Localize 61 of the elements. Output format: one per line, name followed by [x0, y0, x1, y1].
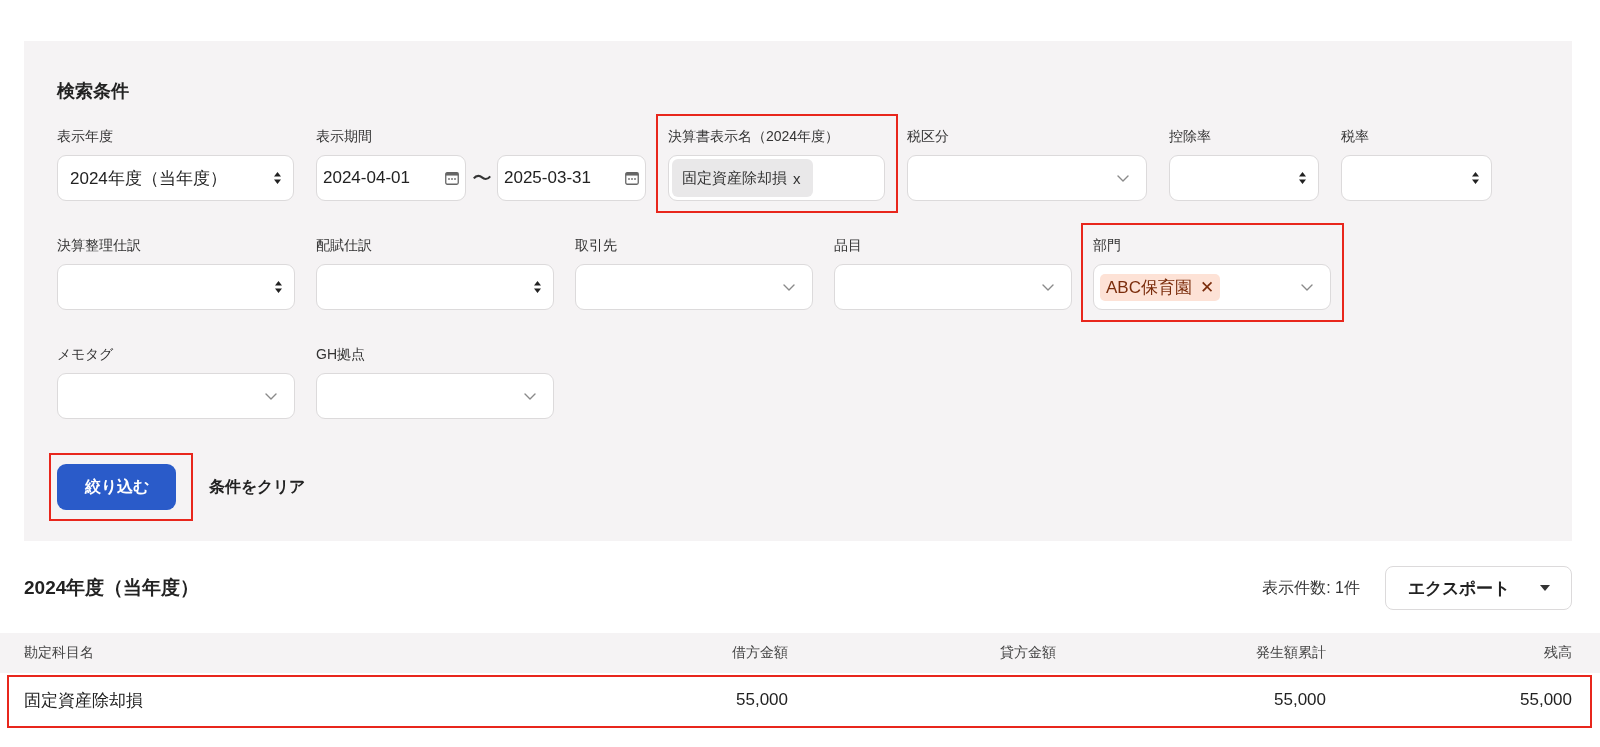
- field-label: 配賦仕訳: [316, 236, 372, 255]
- result-count: 表示件数: 1件: [1262, 577, 1360, 598]
- select-field[interactable]: [316, 264, 554, 310]
- stepper-arrows-icon: [274, 172, 281, 184]
- stepper-arrows-icon: [1472, 172, 1479, 184]
- select-field[interactable]: [57, 264, 295, 310]
- tag-input-field[interactable]: 固定資産除却損 x: [668, 155, 885, 201]
- remove-tag-button[interactable]: ✕: [1199, 276, 1215, 298]
- column-header: 借方金額: [732, 644, 788, 662]
- field-label: 部門: [1093, 236, 1121, 255]
- field-label: 税区分: [907, 127, 949, 146]
- table-cell: 55,000: [1274, 690, 1326, 710]
- calendar-icon: [445, 171, 459, 185]
- clear-conditions-link[interactable]: 条件をクリア: [209, 476, 305, 498]
- stepper-arrows-icon: [1299, 172, 1306, 184]
- table-cell: 55,000: [736, 690, 788, 710]
- chevron-down-icon: [265, 392, 277, 400]
- field-label: 取引先: [575, 236, 617, 255]
- field-label: メモタグ: [57, 345, 113, 364]
- results-title: 2024年度（当年度）: [24, 576, 200, 600]
- chevron-down-icon: [783, 283, 795, 291]
- stepper-arrows-icon: [275, 281, 282, 293]
- date-field[interactable]: 2025-03-31: [497, 155, 646, 201]
- chevron-down-icon: [1042, 283, 1054, 291]
- range-separator: 〜: [470, 165, 493, 191]
- tag-label: 固定資産除却損: [682, 168, 787, 188]
- chevron-down-icon: [1301, 283, 1313, 291]
- chevron-down-icon: [1117, 174, 1129, 182]
- dropdown-field[interactable]: [907, 155, 1147, 201]
- panel-title: 検索条件: [57, 80, 130, 103]
- select-field[interactable]: 2024年度（当年度）: [57, 155, 294, 201]
- field-label: GH拠点: [316, 345, 365, 364]
- dropdown-field[interactable]: [316, 373, 554, 419]
- date-field[interactable]: 2024-04-01: [316, 155, 466, 201]
- dropdown-field[interactable]: [57, 373, 295, 419]
- select-field[interactable]: [1341, 155, 1492, 201]
- remove-tag-button[interactable]: x: [793, 169, 801, 187]
- column-header: 残高: [1544, 644, 1572, 662]
- calendar-icon: [625, 171, 639, 185]
- field-label: 決算整理仕訳: [57, 236, 141, 255]
- field-label: 表示年度: [57, 127, 113, 146]
- table-cell: 55,000: [1520, 690, 1572, 710]
- multi-select-field[interactable]: ABC保育園 ✕: [1093, 264, 1331, 310]
- column-header: 勘定科目名: [24, 644, 94, 662]
- chevron-down-icon: [524, 392, 536, 400]
- tag-label: ABC保育園: [1106, 276, 1192, 299]
- field-label: 表示期間: [316, 127, 372, 146]
- field-label: 品目: [834, 236, 862, 255]
- export-button[interactable]: エクスポート: [1385, 566, 1572, 610]
- column-header: 発生額累計: [1256, 644, 1326, 662]
- field-label: 決算書表示名（2024年度）: [668, 127, 840, 146]
- stepper-arrows-icon: [534, 281, 541, 293]
- apply-button[interactable]: 絞り込む: [57, 464, 176, 510]
- field-label: 控除率: [1169, 127, 1211, 146]
- caret-down-icon: [1540, 585, 1550, 591]
- select-field[interactable]: [1169, 155, 1319, 201]
- dropdown-field[interactable]: [575, 264, 813, 310]
- field-label: 税率: [1341, 127, 1369, 146]
- column-header: 貸方金額: [1000, 644, 1056, 662]
- dropdown-field[interactable]: [834, 264, 1072, 310]
- table-cell-text: 固定資産除却損: [24, 689, 143, 712]
